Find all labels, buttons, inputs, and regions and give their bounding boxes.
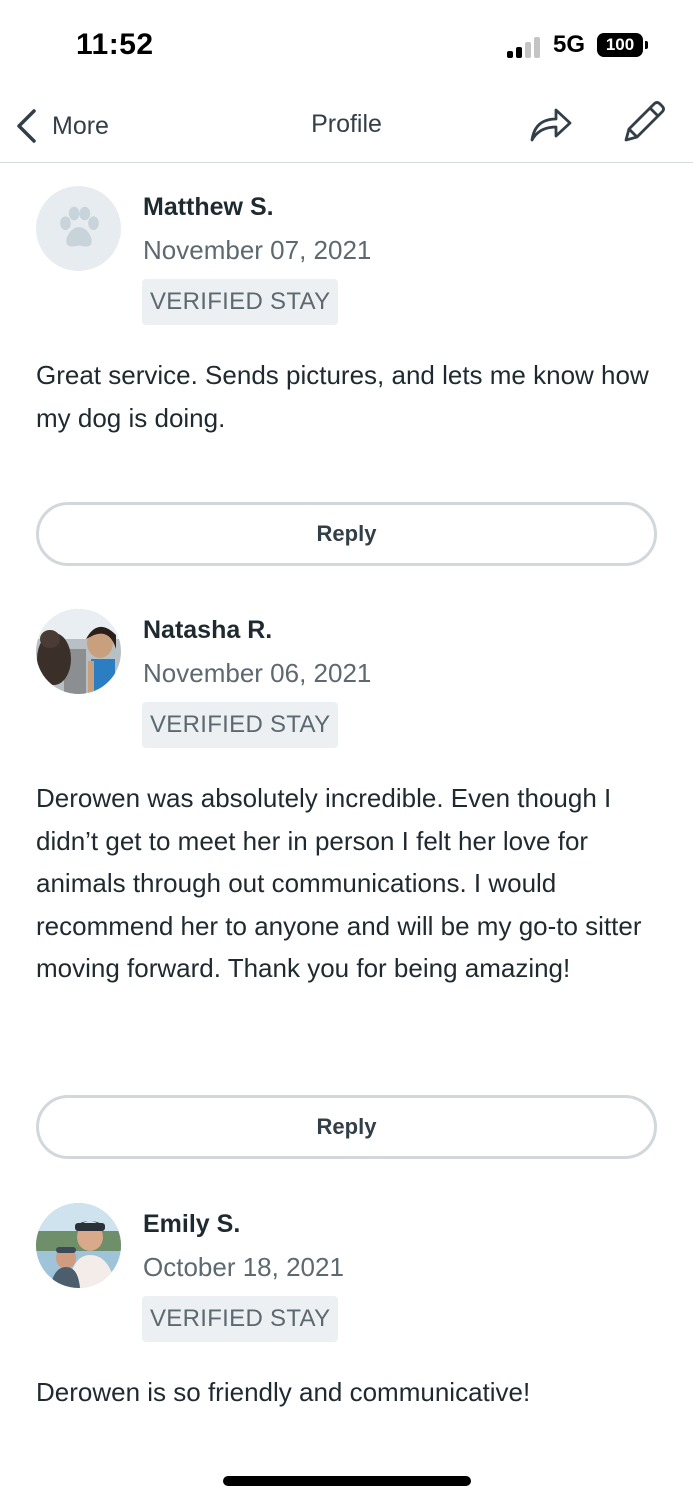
avatar xyxy=(36,609,121,694)
home-indicator[interactable] xyxy=(223,1476,471,1486)
network-type: 5G xyxy=(553,31,586,58)
review-date: November 07, 2021 xyxy=(143,235,372,265)
reviewer-photo xyxy=(36,609,121,694)
nav-bar: More Profile xyxy=(0,92,693,163)
reviewer-name: Matthew S. xyxy=(143,193,274,221)
cellular-signal-icon xyxy=(507,36,543,58)
pencil-icon xyxy=(624,101,665,142)
status-time: 11:52 xyxy=(76,28,154,61)
battery-tip xyxy=(645,41,648,49)
status-bar: 11:52 5G 100 xyxy=(0,0,693,92)
status-badge: VERIFIED STAY xyxy=(142,279,339,325)
share-icon xyxy=(530,108,572,142)
reviewer-name: Emily S. xyxy=(143,1210,241,1238)
status-badge: VERIFIED STAY xyxy=(142,1296,339,1342)
review-date: October 18, 2021 xyxy=(143,1252,344,1282)
battery-icon: 100 xyxy=(597,33,643,57)
paw-icon xyxy=(59,206,99,247)
edit-button[interactable] xyxy=(618,98,668,148)
review-date: November 06, 2021 xyxy=(143,658,372,688)
reviewer-name: Natasha R. xyxy=(143,616,273,644)
avatar xyxy=(36,186,121,271)
page-title: Profile xyxy=(311,110,382,138)
reviewer-photo xyxy=(36,1203,121,1288)
review-text: Derowen is so friendly and communicative… xyxy=(36,1377,531,1407)
review-text: Derowen was absolutely incredible. Even … xyxy=(36,783,642,983)
review-text: Great service. Sends pictures, and lets … xyxy=(36,360,649,433)
reply-button[interactable]: Reply xyxy=(36,502,657,566)
reply-button[interactable]: Reply xyxy=(36,1095,657,1159)
share-button[interactable] xyxy=(526,100,574,148)
avatar xyxy=(36,1203,121,1288)
status-badge: VERIFIED STAY xyxy=(142,702,339,748)
